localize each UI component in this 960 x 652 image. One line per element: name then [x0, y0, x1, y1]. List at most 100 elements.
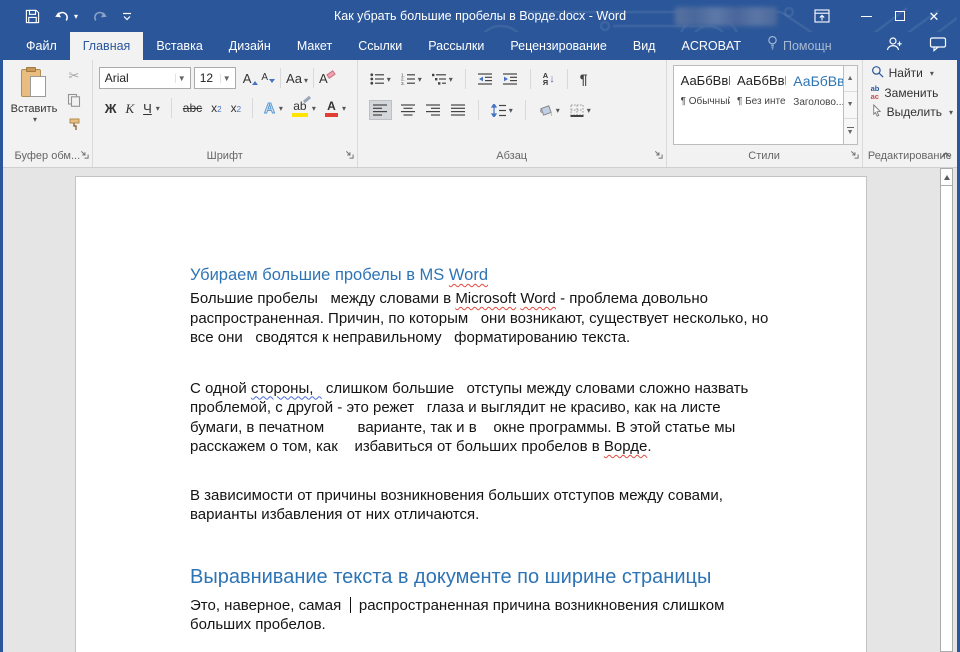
shrink-font-button[interactable]: А: [261, 73, 275, 83]
tab-insert[interactable]: Вставка: [143, 32, 215, 60]
clipboard-dialog-launcher-icon[interactable]: [80, 149, 89, 164]
paragraph-group-label: Абзац: [358, 149, 666, 167]
redacted-account-name: [675, 7, 777, 26]
tab-layout[interactable]: Макет: [284, 32, 345, 60]
change-case-button[interactable]: Aa▾: [286, 72, 308, 85]
doc-heading: Убираем большие пробелы в MS Word: [190, 265, 822, 286]
copy-icon[interactable]: [65, 92, 83, 108]
underline-button[interactable]: Ч: [143, 102, 152, 115]
group-clipboard: Вставить ▾ ✂: [3, 60, 93, 167]
font-color-dropdown-arrow[interactable]: ▾: [342, 104, 346, 113]
tab-strip: Файл Главная Вставка Дизайн Макет Ссылки Рассы…: [13, 32, 845, 60]
align-left-button[interactable]: [370, 101, 391, 119]
collapse-ribbon-icon[interactable]: [941, 145, 951, 163]
replace-button[interactable]: abac Заменить: [871, 85, 953, 100]
styles-gallery-more-icon[interactable]: ▼: [844, 119, 857, 144]
highlight-button[interactable]: ab: [292, 100, 308, 117]
redo-icon[interactable]: [92, 9, 108, 23]
minimize-button[interactable]: [849, 0, 883, 32]
customize-quick-access-icon[interactable]: [122, 12, 132, 21]
share-icon[interactable]: [885, 36, 903, 57]
comments-icon[interactable]: [929, 36, 947, 57]
tab-label: Дизайн: [229, 32, 271, 60]
tab-view[interactable]: Вид: [620, 32, 669, 60]
tab-row-right-icons: [885, 32, 947, 60]
show-paragraph-marks-button[interactable]: ¶: [580, 71, 588, 87]
styles-dialog-launcher-icon[interactable]: [850, 149, 859, 164]
tab-label: Макет: [297, 32, 332, 60]
paste-dropdown-arrow[interactable]: ▾: [33, 115, 37, 124]
word-window: ▾ Как убрать большие пробелы в Ворде.doc…: [0, 0, 960, 652]
tab-label: Ссылки: [358, 32, 402, 60]
tab-label: Помощн: [783, 32, 832, 60]
tab-mailings[interactable]: Рассылки: [415, 32, 497, 60]
tab-home[interactable]: Главная: [70, 32, 144, 60]
subscript-button[interactable]: x2: [211, 102, 221, 114]
clear-formatting-button[interactable]: А: [319, 72, 328, 85]
scrollbar-thumb[interactable]: [941, 187, 952, 639]
grow-font-button[interactable]: А: [243, 72, 259, 85]
decrease-indent-button[interactable]: [478, 73, 493, 85]
tab-review[interactable]: Рецензирование: [497, 32, 620, 60]
text-effects-dropdown-arrow[interactable]: ▾: [279, 104, 283, 113]
tab-label: Файл: [26, 32, 57, 60]
shading-button[interactable]: ▾: [538, 104, 560, 117]
styles-scroll-down-icon[interactable]: ▼: [844, 92, 857, 118]
document-page[interactable]: Убираем большие пробелы в MS WordБольшие…: [75, 176, 867, 652]
quick-access-toolbar: ▾: [25, 9, 132, 24]
bold-button[interactable]: Ж: [105, 102, 117, 115]
tab-assistant[interactable]: Помощн: [754, 32, 845, 60]
undo-button[interactable]: ▾: [54, 9, 78, 23]
tab-design[interactable]: Дизайн: [216, 32, 284, 60]
style-item-1[interactable]: АаБбВвГг,¶ Обычный: [674, 66, 730, 144]
format-painter-icon[interactable]: [65, 116, 83, 132]
undo-dropdown-arrow[interactable]: ▾: [74, 12, 78, 21]
paragraph-dialog-launcher-icon[interactable]: [654, 149, 663, 164]
bullets-button[interactable]: ▾: [370, 73, 391, 85]
font-size-combobox[interactable]: 12▼: [194, 67, 236, 89]
vertical-scrollbar[interactable]: [940, 168, 953, 652]
align-right-button[interactable]: [426, 104, 441, 116]
select-button[interactable]: Выделить▾: [871, 104, 953, 120]
line-spacing-button[interactable]: ▾: [491, 104, 513, 117]
sort-button[interactable]: АЯ ↓: [543, 72, 555, 87]
paste-clipboard-icon: [21, 67, 47, 99]
close-button[interactable]: ✕: [917, 0, 951, 32]
italic-button[interactable]: K: [125, 102, 134, 115]
paste-button[interactable]: Вставить ▾: [9, 65, 59, 145]
highlight-dropdown-arrow[interactable]: ▾: [312, 104, 316, 113]
font-color-button[interactable]: А: [325, 100, 338, 117]
tab-acrobat[interactable]: ACROBAT: [668, 32, 754, 60]
styles-gallery-scroll: ▲ ▼ ▼: [844, 65, 858, 145]
tab-label: Вставка: [156, 32, 202, 60]
underline-dropdown-arrow[interactable]: ▾: [156, 104, 160, 113]
tab-label: Вид: [633, 32, 656, 60]
strikethrough-button[interactable]: abc: [183, 102, 202, 114]
multilevel-list-button[interactable]: ▾: [432, 73, 453, 85]
style-preview: АаБбВв: [793, 73, 840, 89]
save-icon[interactable]: [25, 9, 40, 24]
borders-button[interactable]: ▾: [570, 104, 591, 117]
tab-references[interactable]: Ссылки: [345, 32, 415, 60]
styles-gallery: АаБбВвГг,¶ ОбычныйАаБбВвГг,¶ Без инте...…: [673, 65, 844, 145]
font-name-combobox[interactable]: Arial▼: [99, 67, 191, 89]
cut-icon[interactable]: ✂: [65, 68, 83, 84]
justify-button[interactable]: [451, 104, 466, 116]
numbering-button[interactable]: 1.2.3. ▾: [401, 73, 422, 85]
ribbon-display-options-icon[interactable]: [805, 0, 839, 32]
superscript-button[interactable]: x2: [231, 102, 241, 114]
align-center-button[interactable]: [401, 104, 416, 116]
highlight-color-swatch: [292, 113, 308, 117]
increase-indent-button[interactable]: [503, 73, 518, 85]
maximize-button[interactable]: [883, 0, 917, 32]
scroll-up-button[interactable]: [941, 169, 952, 186]
cursor-arrow-icon: [871, 104, 882, 120]
style-preview: АаБбВвГг,: [681, 73, 728, 88]
styles-scroll-up-icon[interactable]: ▲: [844, 66, 857, 92]
text-effects-button[interactable]: А: [264, 101, 275, 116]
font-dialog-launcher-icon[interactable]: [345, 149, 354, 164]
find-button[interactable]: Найти▾: [871, 65, 953, 81]
tab-file[interactable]: Файл: [13, 32, 70, 60]
style-item-3[interactable]: АаБбВвЗаголово...: [786, 66, 842, 144]
style-item-2[interactable]: АаБбВвГг,¶ Без инте...: [730, 66, 786, 144]
